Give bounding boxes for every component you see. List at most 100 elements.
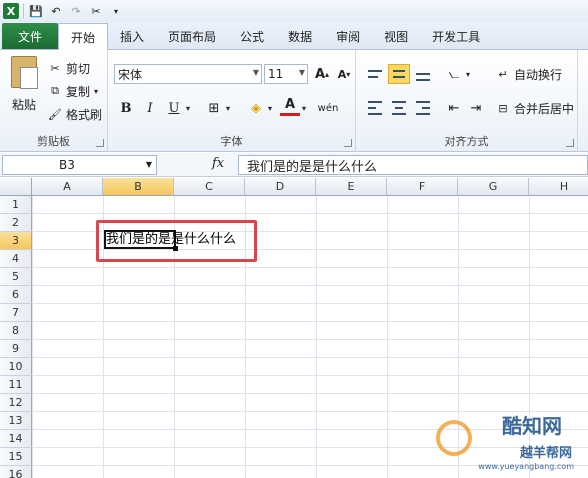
- decrease-indent-icon[interactable]: ⇤: [444, 98, 464, 118]
- row-header-13[interactable]: 13: [0, 412, 32, 430]
- align-center-button[interactable]: [388, 98, 410, 118]
- dialog-launcher-icon[interactable]: [566, 139, 574, 147]
- underline-button[interactable]: U: [164, 98, 184, 118]
- caret-down-icon: ▾: [346, 69, 351, 79]
- bold-button[interactable]: B: [116, 98, 136, 118]
- column-header-f[interactable]: F: [387, 178, 458, 196]
- row-header-6[interactable]: 6: [0, 286, 32, 304]
- watermark: 酷知网 越羊帮网 www.yueyangbang.com: [432, 408, 582, 474]
- paste-button[interactable]: 粘贴: [6, 56, 42, 118]
- font-name-value: 宋体: [118, 67, 143, 82]
- row-header-15[interactable]: 15: [0, 448, 32, 466]
- tab-formulas[interactable]: 公式: [228, 23, 276, 49]
- align-right-button[interactable]: [412, 98, 434, 118]
- borders-icon[interactable]: ⊞: [204, 98, 224, 118]
- shrink-font-button[interactable]: A ▾: [334, 64, 354, 84]
- row-header-11[interactable]: 11: [0, 376, 32, 394]
- font-color-dropdown-icon[interactable]: ▾: [298, 98, 310, 118]
- row-header-14[interactable]: 14: [0, 430, 32, 448]
- column-header-d[interactable]: D: [245, 178, 316, 196]
- row-header-2[interactable]: 2: [0, 214, 32, 232]
- wrap-text-button[interactable]: ↵ 自动换行: [496, 64, 562, 84]
- cut-button[interactable]: ✂ 剪切: [48, 58, 90, 78]
- save-icon[interactable]: 💾: [28, 3, 44, 19]
- column-header-c[interactable]: C: [174, 178, 245, 196]
- column-header-a[interactable]: A: [32, 178, 103, 196]
- chevron-down-icon[interactable]: ▾: [94, 87, 98, 96]
- name-box[interactable]: B3 ▼: [2, 155, 157, 175]
- tab-page-layout[interactable]: 页面布局: [156, 23, 228, 49]
- brush-icon: 🖌: [48, 107, 62, 121]
- paste-icon: [11, 56, 38, 89]
- watermark-url: www.yueyangbang.com: [478, 462, 574, 471]
- watermark-title: 酷知网: [502, 414, 562, 438]
- orientation-icon[interactable]: ⦦: [444, 64, 464, 84]
- caret-up-icon: ▴: [325, 69, 330, 79]
- italic-button[interactable]: I: [140, 98, 160, 118]
- chevron-down-icon[interactable]: ▼: [146, 160, 152, 169]
- merge-icon: ⊟: [498, 101, 508, 115]
- annotation-highlight-box: [96, 220, 257, 262]
- merge-center-button[interactable]: ⊟ 合并后居中: [496, 98, 574, 118]
- fill-color-dropdown-icon[interactable]: ▾: [264, 98, 276, 118]
- fill-color-icon[interactable]: ◈: [246, 98, 266, 118]
- customize-icon[interactable]: ✂: [88, 3, 104, 19]
- tab-view[interactable]: 视图: [372, 23, 420, 49]
- row-header-1[interactable]: 1: [0, 196, 32, 214]
- tab-review[interactable]: 审阅: [324, 23, 372, 49]
- dialog-launcher-icon[interactable]: [96, 139, 104, 147]
- clipboard-group: 粘贴 ✂ 剪切 ⧉ 复制 ▾ 🖌 格式刷 剪贴板: [0, 50, 108, 152]
- shrink-font-label: A: [337, 67, 347, 81]
- copy-icon: ⧉: [51, 84, 59, 97]
- grow-font-button[interactable]: A ▴: [312, 64, 332, 84]
- align-bottom-button[interactable]: [412, 64, 434, 84]
- tab-home[interactable]: 开始: [58, 23, 109, 50]
- increase-indent-icon[interactable]: ⇥: [466, 98, 486, 118]
- dialog-launcher-icon[interactable]: [344, 139, 352, 147]
- borders-dropdown-icon[interactable]: ▾: [222, 98, 234, 118]
- row-header-12[interactable]: 12: [0, 394, 32, 412]
- row-header-4[interactable]: 4: [0, 250, 32, 268]
- insert-function-button[interactable]: fx: [212, 156, 224, 171]
- copy-button[interactable]: ⧉ 复制 ▾: [48, 81, 98, 101]
- formula-bar: B3 ▼ fx 我们是的是是什么什么: [0, 153, 588, 177]
- orientation-dropdown-icon[interactable]: ▾: [462, 64, 474, 84]
- column-header-e[interactable]: E: [316, 178, 387, 196]
- tab-developer[interactable]: 开发工具: [420, 23, 492, 49]
- tab-file[interactable]: 文件: [2, 23, 58, 49]
- tab-insert[interactable]: 插入: [108, 23, 156, 49]
- alignment-group-label: 对齐方式: [444, 135, 489, 148]
- row-header-16[interactable]: 16: [0, 466, 32, 478]
- formula-input[interactable]: 我们是的是是什么什么: [238, 155, 588, 175]
- phonetic-icon[interactable]: wén: [318, 98, 339, 118]
- undo-icon[interactable]: ↶: [48, 3, 64, 19]
- alignment-group: ⦦ ▾ ⇤ ⇥ ↵ 自动换行 ⊟ 合并后居中 对齐方式: [356, 50, 578, 152]
- tab-data[interactable]: 数据: [276, 23, 324, 49]
- row-header-8[interactable]: 8: [0, 322, 32, 340]
- column-header-h[interactable]: H: [529, 178, 588, 196]
- format-painter-button[interactable]: 🖌 格式刷: [48, 104, 102, 124]
- scissors-icon: ✂: [50, 61, 60, 75]
- font-name-select[interactable]: 宋体 ▼: [114, 64, 262, 84]
- underline-dropdown-icon[interactable]: ▾: [182, 98, 194, 118]
- row-header-3[interactable]: 3: [0, 232, 32, 250]
- select-all-button[interactable]: [0, 178, 32, 196]
- align-top-button[interactable]: [364, 64, 386, 84]
- row-header-10[interactable]: 10: [0, 358, 32, 376]
- wrap-text-label: 自动换行: [514, 67, 563, 82]
- font-size-select[interactable]: 11 ▼: [264, 64, 308, 84]
- excel-icon[interactable]: X: [3, 3, 19, 19]
- row-header-7[interactable]: 7: [0, 304, 32, 322]
- column-header-b[interactable]: B: [103, 178, 174, 196]
- font-color-icon[interactable]: A: [280, 96, 300, 116]
- align-middle-button[interactable]: [388, 64, 410, 84]
- watermark-subtitle: 越羊帮网: [519, 446, 572, 461]
- row-header-5[interactable]: 5: [0, 268, 32, 286]
- redo-icon[interactable]: ↷: [68, 3, 84, 19]
- align-left-button[interactable]: [364, 98, 386, 118]
- chevron-down-icon[interactable]: ▾: [108, 3, 124, 19]
- row-header-9[interactable]: 9: [0, 340, 32, 358]
- grow-font-label: A: [314, 66, 326, 82]
- ribbon: 粘贴 ✂ 剪切 ⧉ 复制 ▾ 🖌 格式刷 剪贴板 宋体 ▼ 11 ▼ A ▴ A…: [0, 50, 588, 152]
- column-header-g[interactable]: G: [458, 178, 529, 196]
